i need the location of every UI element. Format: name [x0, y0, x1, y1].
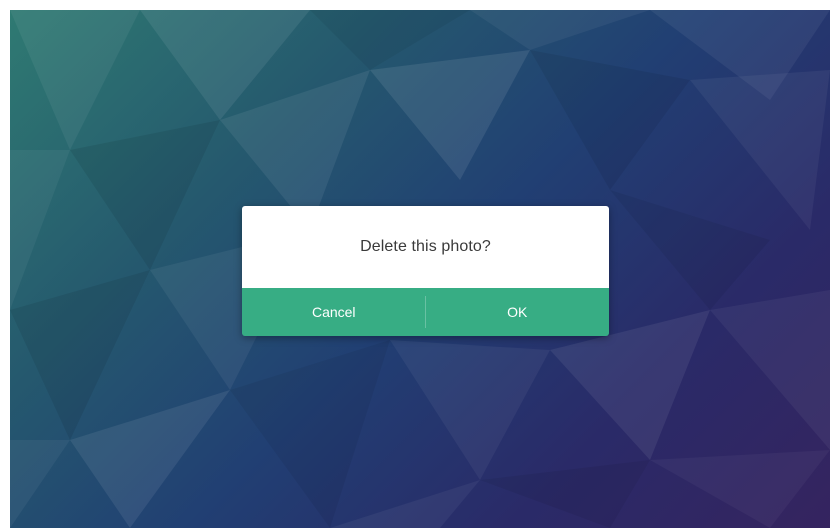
dialog-body: Delete this photo? [242, 206, 609, 288]
dialog-actions: Cancel OK [242, 288, 609, 336]
dialog-message: Delete this photo? [360, 238, 491, 255]
ok-button[interactable]: OK [426, 288, 610, 336]
cancel-button[interactable]: Cancel [242, 288, 426, 336]
delete-photo-dialog: Delete this photo? Cancel OK [242, 206, 609, 336]
wallpaper-background: Delete this photo? Cancel OK [10, 10, 830, 528]
